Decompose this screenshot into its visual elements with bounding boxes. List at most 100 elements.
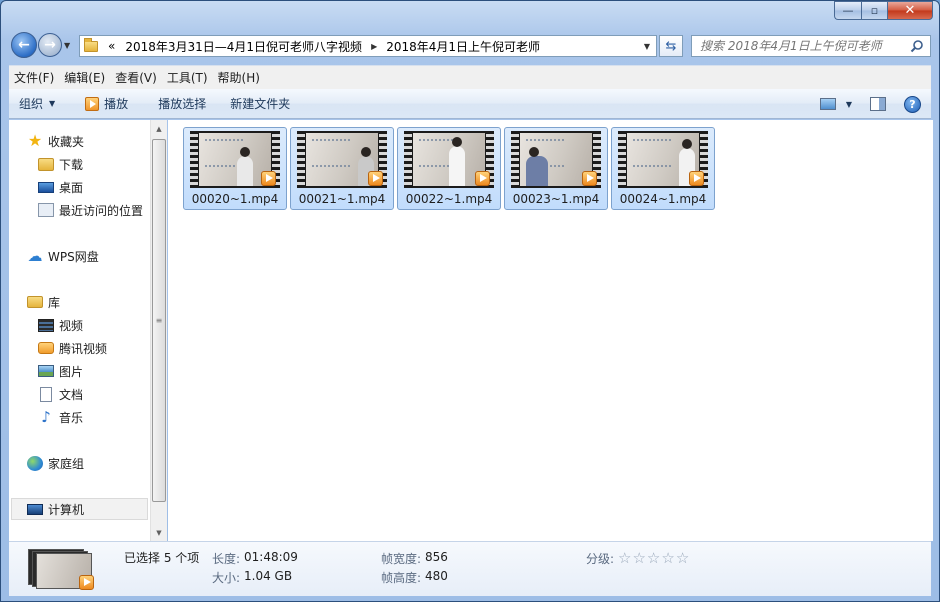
- file-name: 00022~1.mp4: [405, 192, 493, 206]
- file-tile[interactable]: 00021~1.mp4: [290, 127, 394, 210]
- close-button[interactable]: ✕: [887, 1, 933, 20]
- media-file-icon: [261, 171, 276, 186]
- chevron-down-icon[interactable]: ▼: [846, 100, 852, 109]
- help-icon[interactable]: ?: [904, 95, 921, 113]
- navigation-scrollbar[interactable]: ▲ ≡ ▼: [150, 120, 167, 541]
- recent-places-icon: [38, 203, 54, 217]
- search-box[interactable]: [691, 35, 931, 57]
- tree-item-desktop[interactable]: 桌面: [38, 177, 83, 197]
- tree-item-music[interactable]: ♪ 音乐: [38, 407, 83, 427]
- refresh-button[interactable]: ⇆: [659, 35, 683, 57]
- star-outline-icon[interactable]: ☆: [632, 549, 646, 567]
- file-tile[interactable]: 00020~1.mp4: [183, 127, 287, 210]
- tree-item-videos[interactable]: 视频: [38, 315, 83, 335]
- tree-item-wps[interactable]: ☁ WPS网盘: [27, 246, 99, 266]
- file-name: 00021~1.mp4: [298, 192, 386, 206]
- tree-label: 视频: [59, 318, 84, 333]
- frame-width-label: 帧宽度:: [381, 552, 422, 566]
- chevron-down-icon: ▼: [49, 99, 56, 108]
- tree-label: WPS网盘: [48, 249, 99, 264]
- arrow-left-icon: ←: [18, 37, 30, 53]
- menu-edit[interactable]: 编辑(E): [59, 66, 110, 90]
- size-value: 1.04 GB: [244, 569, 293, 583]
- star-outline-icon[interactable]: ☆: [676, 549, 690, 567]
- tree-label: 桌面: [59, 180, 84, 195]
- breadcrumb-separator-icon[interactable]: ▶: [368, 42, 380, 51]
- tree-item-tencent-video[interactable]: 腾讯视频: [38, 338, 107, 358]
- tree-item-homegroup[interactable]: 家庭组: [27, 453, 84, 473]
- downloads-folder-icon: [38, 157, 54, 171]
- star-outline-icon[interactable]: ☆: [647, 549, 661, 567]
- file-tile[interactable]: 00023~1.mp4: [504, 127, 608, 210]
- tree-label: 库: [48, 295, 61, 310]
- search-icon[interactable]: [910, 39, 924, 53]
- play-icon: [85, 96, 100, 111]
- play-selection-button[interactable]: 播放选择: [149, 90, 215, 118]
- forward-button[interactable]: →: [38, 33, 62, 57]
- scroll-down-arrow-icon[interactable]: ▼: [151, 524, 167, 541]
- frame-height-value: 480: [425, 569, 448, 583]
- scrollbar-thumb[interactable]: ≡: [152, 139, 166, 502]
- menu-tools[interactable]: 工具(T): [162, 66, 213, 90]
- tree-label: 音乐: [59, 410, 84, 425]
- file-tile[interactable]: 00022~1.mp4: [397, 127, 501, 210]
- tree-item-libraries[interactable]: 库: [27, 292, 60, 312]
- scroll-up-arrow-icon[interactable]: ▲: [151, 120, 167, 137]
- change-view-icon[interactable]: [819, 98, 836, 110]
- file-tile[interactable]: 00024~1.mp4: [611, 127, 715, 210]
- size-label: 大小:: [212, 571, 241, 585]
- breadcrumb-item[interactable]: 2018年3月31日—4月1日倪可老师八字视频: [119, 38, 368, 55]
- tree-item-pictures[interactable]: 图片: [38, 361, 83, 381]
- tree-label: 收藏夹: [48, 134, 85, 149]
- breadcrumb-overflow[interactable]: «: [104, 39, 119, 53]
- address-bar[interactable]: « 2018年3月31日—4月1日倪可老师八字视频 ▶ 2018年4月1日上午倪…: [79, 35, 657, 57]
- length-label: 长度:: [212, 552, 241, 566]
- tree-item-computer[interactable]: 计算机: [27, 499, 84, 519]
- maximize-button[interactable]: ▫: [861, 1, 887, 20]
- video-thumbnail: [404, 131, 494, 188]
- file-view[interactable]: 00020~1.mp4 00021~1.mp4 00022~1.mp4 0002…: [168, 120, 933, 541]
- arrow-right-icon: →: [44, 37, 56, 53]
- length-value: 01:48:09: [244, 550, 298, 564]
- play-label: 播放: [104, 97, 129, 111]
- media-file-icon: [475, 171, 490, 186]
- tree-item-favorites[interactable]: ★ 收藏夹: [27, 131, 84, 151]
- menu-file[interactable]: 文件(F): [9, 66, 59, 90]
- tree-label: 计算机: [48, 502, 85, 517]
- preview-pane-icon[interactable]: [870, 97, 886, 111]
- search-input[interactable]: [700, 39, 905, 53]
- frame-height-label: 帧高度:: [381, 571, 422, 585]
- organize-button[interactable]: 组织 ▼: [9, 90, 64, 118]
- tree-item-documents[interactable]: 文档: [38, 384, 83, 404]
- rating-label: 分级:: [586, 552, 615, 566]
- media-file-icon: [689, 171, 704, 186]
- tree-label: 腾讯视频: [59, 341, 108, 356]
- back-button[interactable]: ←: [11, 32, 37, 58]
- menu-help[interactable]: 帮助(H): [213, 66, 265, 90]
- star-outline-icon[interactable]: ☆: [661, 549, 675, 567]
- star-icon: ★: [27, 131, 43, 150]
- media-file-icon: [79, 575, 94, 590]
- minimize-button[interactable]: —: [834, 1, 861, 20]
- play-button[interactable]: 播放: [76, 90, 137, 118]
- rating-stars[interactable]: ☆☆☆☆☆: [618, 549, 690, 567]
- breadcrumb-item-current[interactable]: 2018年4月1日上午倪可老师: [380, 38, 546, 55]
- video-thumbnail: [511, 131, 601, 188]
- tree-item-downloads[interactable]: 下载: [38, 154, 83, 174]
- view-controls: ▼ ?: [819, 89, 921, 119]
- recent-pages-dropdown[interactable]: ▼: [64, 41, 76, 50]
- star-outline-icon[interactable]: ☆: [618, 549, 632, 567]
- menu-view[interactable]: 查看(V): [110, 66, 162, 90]
- tree-label: 最近访问的位置: [59, 203, 144, 218]
- new-folder-button[interactable]: 新建文件夹: [221, 90, 299, 118]
- tree-item-recent[interactable]: 最近访问的位置: [38, 200, 143, 220]
- video-thumbnail: [618, 131, 708, 188]
- chevron-down-icon[interactable]: ▼: [644, 42, 650, 51]
- media-file-icon: [368, 171, 383, 186]
- tencent-video-icon: [38, 342, 54, 354]
- music-note-icon: ♪: [41, 408, 51, 426]
- pictures-icon: [38, 365, 54, 377]
- organize-label: 组织: [19, 97, 44, 111]
- file-name: 00023~1.mp4: [512, 192, 600, 206]
- homegroup-icon: [27, 455, 43, 471]
